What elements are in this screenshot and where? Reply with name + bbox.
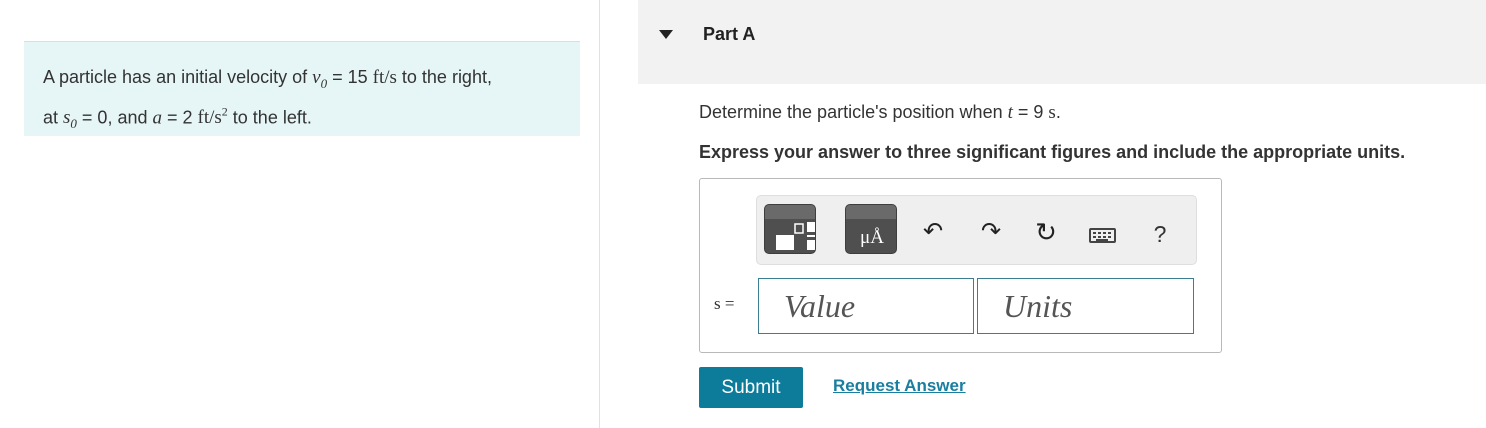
problem-line-1: A particle has an initial velocity of v0… xyxy=(43,67,492,91)
reset-icon[interactable]: ↻ xyxy=(1032,218,1060,246)
keyboard-icon[interactable] xyxy=(1089,228,1116,243)
undo-icon[interactable]: ↶ xyxy=(920,218,946,246)
a-symbol: a xyxy=(152,107,162,129)
time-unit: s xyxy=(1048,102,1056,123)
units-symbols-icon: μÅ xyxy=(860,227,884,248)
help-icon[interactable]: ? xyxy=(1150,220,1170,248)
instruction-text: Express your answer to three significant… xyxy=(699,142,1406,162)
templates-button[interactable] xyxy=(764,204,816,254)
answer-variable-label: s = xyxy=(714,294,735,313)
value-input[interactable]: Value xyxy=(758,278,974,334)
request-answer-link[interactable]: Request Answer xyxy=(833,376,966,396)
column-divider xyxy=(599,0,600,428)
part-a-header[interactable] xyxy=(638,0,1486,84)
v0-unit: ft/s xyxy=(372,67,397,88)
s0-symbol: s0 xyxy=(63,107,77,131)
redo-icon[interactable]: ↷ xyxy=(978,218,1004,246)
v0-symbol: v0 xyxy=(312,67,328,91)
templates-icon xyxy=(776,222,815,250)
submit-button[interactable]: Submit xyxy=(699,367,803,408)
units-input[interactable]: Units xyxy=(977,278,1194,334)
problem-statement: A particle has an initial velocity of v0… xyxy=(24,41,580,136)
units-symbols-button[interactable]: μÅ xyxy=(845,204,897,254)
math-toolbar xyxy=(756,195,1197,265)
a-unit: ft/s2 xyxy=(197,104,228,129)
problem-line-2: at s0 = 0, and a = 2 ft/s2 to the left. xyxy=(43,104,312,131)
part-title: Part A xyxy=(703,24,756,44)
question-text: Determine the particle's position when t… xyxy=(699,102,1061,123)
collapse-caret-icon[interactable] xyxy=(659,30,673,39)
